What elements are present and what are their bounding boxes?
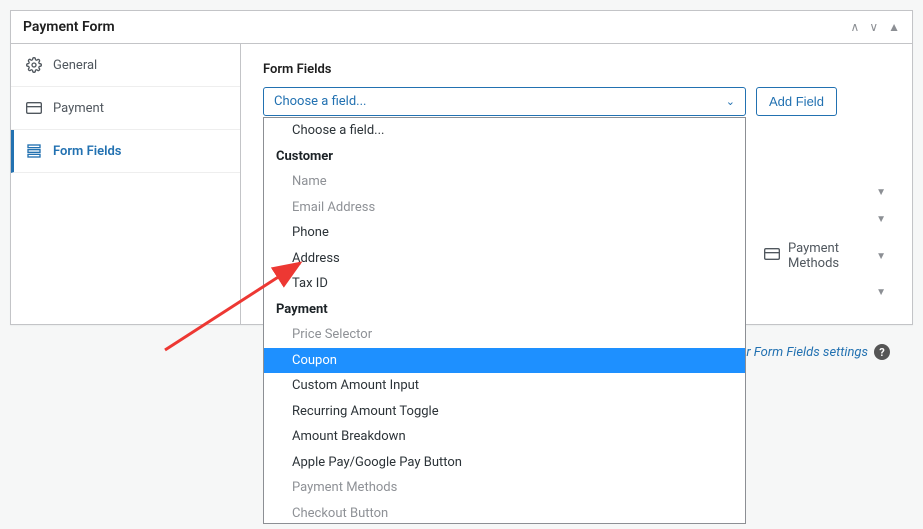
- card-icon: [25, 99, 43, 117]
- chevron-down-icon: ⌄: [726, 95, 735, 108]
- dropdown-item-price-selector[interactable]: Price Selector: [264, 322, 745, 348]
- summary-row[interactable]: ▼: [760, 279, 890, 306]
- dropdown-group-customer: Customer: [264, 144, 745, 170]
- panel-up-icon[interactable]: ∧: [851, 20, 860, 34]
- side-tabs: General Payment Form Fields: [11, 44, 241, 324]
- field-select-text: Choose a field...: [274, 94, 366, 109]
- panel-collapse-icon[interactable]: ▲: [888, 20, 900, 34]
- tab-form-fields[interactable]: Form Fields: [11, 130, 240, 173]
- field-summary-column: ▼ ▼ Payment Methods ▼ ▼: [760, 179, 890, 306]
- add-field-button[interactable]: Add Field: [756, 87, 837, 116]
- dropdown-item-custom-amount[interactable]: Custom Amount Input: [264, 373, 745, 399]
- tab-payment[interactable]: Payment: [11, 87, 240, 130]
- tab-general[interactable]: General: [11, 44, 240, 87]
- dropdown-item-address[interactable]: Address: [264, 246, 745, 272]
- panel-title: Payment Form: [23, 19, 115, 35]
- payment-form-panel: Payment Form ∧ ∨ ▲ General Payment: [10, 10, 913, 325]
- panel-down-icon[interactable]: ∨: [869, 20, 878, 34]
- panel-body: General Payment Form Fields Form Fields: [11, 44, 912, 324]
- caret-down-icon: ▼: [876, 251, 886, 262]
- main-content: Form Fields Choose a field... ⌄ Choose a…: [241, 44, 912, 324]
- summary-row[interactable]: ▼: [760, 179, 890, 206]
- caret-down-icon: ▼: [876, 214, 886, 225]
- summary-payment-methods-label: Payment Methods: [788, 241, 868, 271]
- form-icon: [25, 142, 43, 160]
- dropdown-item-amount-breakdown[interactable]: Amount Breakdown: [264, 424, 745, 450]
- dropdown-item-taxid[interactable]: Tax ID: [264, 271, 745, 297]
- panel-header: Payment Form ∧ ∨ ▲: [11, 11, 912, 44]
- card-icon: [764, 248, 780, 264]
- docs-link[interactable]: s for Form Fields settings ?: [725, 344, 890, 360]
- summary-row-payment-methods[interactable]: Payment Methods ▼: [760, 233, 890, 279]
- docs-link-text: s for Form Fields settings: [725, 345, 868, 360]
- tab-payment-label: Payment: [53, 101, 104, 116]
- section-label: Form Fields: [263, 62, 890, 77]
- field-select-wrap: Choose a field... ⌄ Choose a field... Cu…: [263, 87, 746, 116]
- dropdown-item-phone[interactable]: Phone: [264, 220, 745, 246]
- field-selector-row: Choose a field... ⌄ Choose a field... Cu…: [263, 87, 890, 116]
- tab-general-label: General: [53, 58, 97, 73]
- dropdown-item-email[interactable]: Email Address: [264, 195, 745, 221]
- summary-row[interactable]: ▼: [760, 206, 890, 233]
- tab-form-fields-label: Form Fields: [53, 144, 121, 159]
- dropdown-item-coupon[interactable]: Coupon: [264, 348, 745, 374]
- caret-down-icon: ▼: [876, 287, 886, 298]
- dropdown-item-checkout-button[interactable]: Checkout Button: [264, 501, 745, 525]
- dropdown-group-payment: Payment: [264, 297, 745, 323]
- panel-header-actions: ∧ ∨ ▲: [851, 20, 900, 34]
- help-icon[interactable]: ?: [874, 344, 890, 360]
- caret-down-icon: ▼: [876, 187, 886, 198]
- field-select[interactable]: Choose a field... ⌄: [263, 87, 746, 116]
- dropdown-item-name[interactable]: Name: [264, 169, 745, 195]
- field-dropdown[interactable]: Choose a field... Customer Name Email Ad…: [263, 117, 746, 524]
- gear-icon: [25, 56, 43, 74]
- dropdown-item-payment-methods[interactable]: Payment Methods: [264, 475, 745, 501]
- dropdown-item-recurring-toggle[interactable]: Recurring Amount Toggle: [264, 399, 745, 425]
- dropdown-item-apple-pay[interactable]: Apple Pay/Google Pay Button: [264, 450, 745, 476]
- dropdown-placeholder[interactable]: Choose a field...: [264, 118, 745, 144]
